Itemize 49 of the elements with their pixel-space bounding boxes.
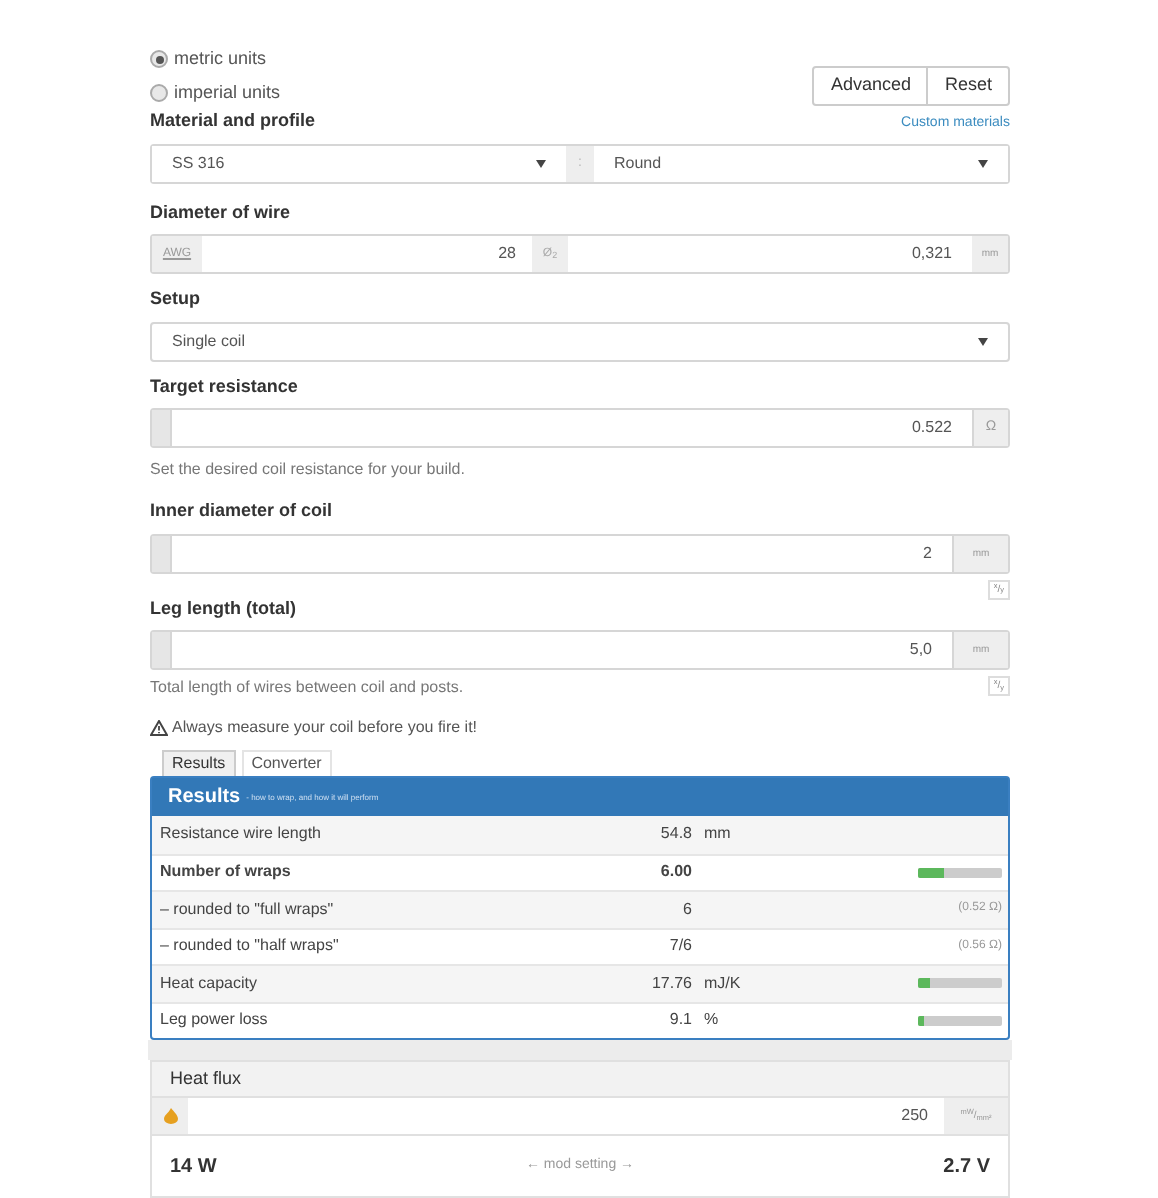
field-value: 2 [921, 541, 934, 565]
panel-title: Results [168, 784, 241, 812]
row-unit: % [704, 1010, 719, 1029]
slider-handle[interactable] [152, 632, 172, 668]
row-value: 6.00 [658, 860, 692, 885]
row-label: Resistance wire length [158, 822, 323, 847]
field-label: Inner diameter of coil [150, 498, 335, 524]
field-value: 5,0 [907, 638, 934, 662]
voltage-value: 2.7 V [943, 1153, 990, 1181]
row-unit: mm [704, 824, 731, 843]
field-label: Target resistance [150, 373, 300, 400]
tab[interactable]: Results [162, 750, 236, 776]
caret-icon [978, 337, 988, 345]
radio-label: metric units [174, 46, 267, 72]
row-label: – rounded to "half wraps" [158, 934, 341, 959]
row-value: 7/6 [667, 934, 692, 959]
row-value: 54.8 [658, 822, 692, 847]
row-label: Heat capacity [158, 971, 259, 996]
level-bar [918, 1015, 1002, 1026]
field-label: Setup [150, 286, 203, 312]
warning-icon [150, 720, 168, 736]
slider-handle[interactable] [152, 410, 172, 446]
radio-label: imperial units [174, 79, 281, 106]
row-label: – rounded to "full wraps" [158, 897, 336, 922]
row-label: Number of wraps [158, 860, 293, 885]
row-value: 6 [681, 897, 692, 922]
power-value: 14 W [170, 1153, 217, 1181]
radio-button[interactable] [150, 50, 168, 69]
setup-select[interactable]: Single coil [150, 321, 1010, 361]
slider-handle[interactable] [152, 535, 172, 571]
field-value: 0.522 [909, 416, 954, 440]
level-bar [918, 978, 1002, 989]
field-label: Material and profile [150, 108, 316, 134]
field-label: Leg length (total) [150, 595, 298, 622]
row-unit: mJ/K [704, 973, 741, 992]
tab[interactable]: Converter [241, 750, 332, 776]
warning-text: Always measure your coil before you fire it! [172, 716, 478, 740]
level-bar [918, 867, 1002, 878]
panel-title: Heat flux [170, 1065, 242, 1092]
help-text: Total length of wires between coil and posts. [150, 676, 464, 700]
row-value: 9.1 [667, 1008, 692, 1033]
radio-button[interactable] [150, 83, 168, 102]
field-value: 250 [899, 1104, 930, 1128]
help-text: Set the desired coil resistance for your build. [150, 458, 467, 482]
field-label: Diameter of wire [150, 199, 293, 225]
toolbar-button[interactable]: Reset [926, 66, 1010, 106]
row-label: Leg power loss [158, 1008, 270, 1033]
toolbar-button[interactable]: Advanced [812, 66, 929, 106]
row-value: 17.76 [649, 971, 692, 996]
